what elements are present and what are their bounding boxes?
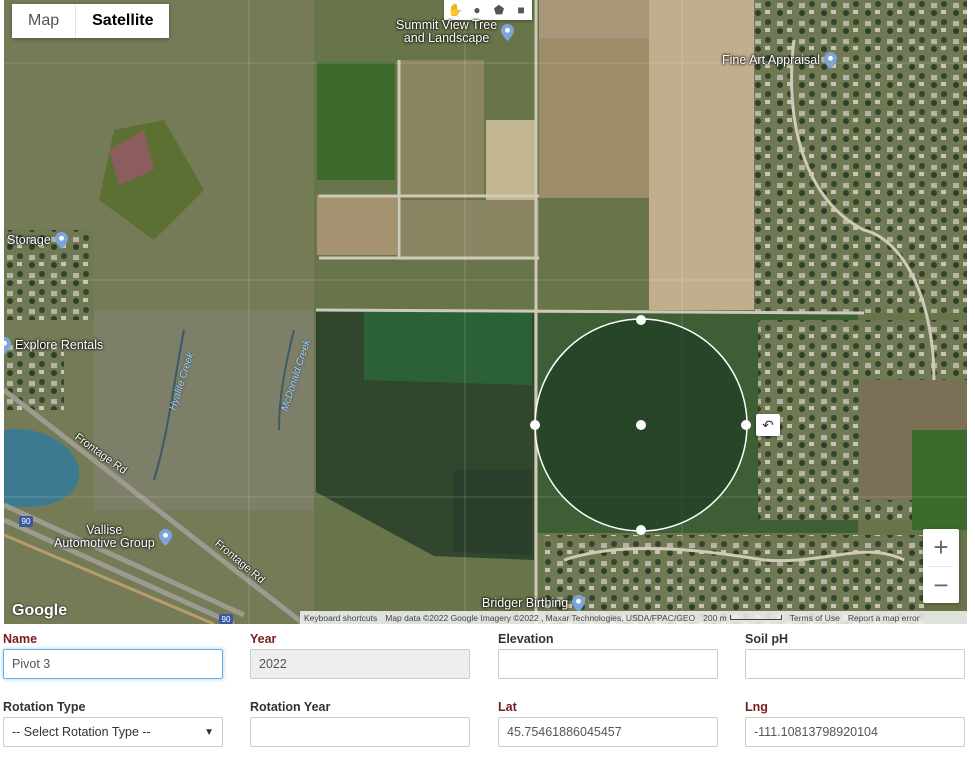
circle-tool-icon[interactable]: ● xyxy=(466,0,488,20)
name-label: Name xyxy=(3,632,38,646)
map-type-map-button[interactable]: Map xyxy=(12,4,76,38)
map-pin-icon xyxy=(158,528,172,546)
lat-input[interactable] xyxy=(498,717,718,747)
undo-icon[interactable]: ↶ xyxy=(756,414,780,436)
pivot-form: Name Year Elevation Soil pH Rotation Typ… xyxy=(0,624,975,773)
map-data-text: Map data ©2022 Google Imagery ©2022 , Ma… xyxy=(385,612,696,623)
lng-field-group: Lng xyxy=(745,700,965,747)
polygon-tool-icon[interactable]: ⬟ xyxy=(488,0,510,20)
elevation-field-group: Elevation xyxy=(498,632,718,679)
year-input xyxy=(250,649,470,679)
map-pin-icon xyxy=(4,337,11,354)
lat-field-group: Lat xyxy=(498,700,718,747)
map-attribution: Keyboard shortcuts Map data ©2022 Google… xyxy=(300,611,967,624)
map-type-satellite-button[interactable]: Satellite xyxy=(76,4,170,38)
name-field-group: Name xyxy=(3,632,223,679)
zoom-in-button[interactable]: + xyxy=(923,529,959,566)
year-label: Year xyxy=(250,632,277,646)
rotation-type-label: Rotation Type xyxy=(3,700,86,714)
map-pin-icon xyxy=(501,23,515,41)
elevation-input[interactable] xyxy=(498,649,718,679)
map-pin-icon xyxy=(572,595,586,612)
scale-bar[interactable]: 200 m xyxy=(703,613,782,623)
rotation-year-label: Rotation Year xyxy=(250,700,331,714)
rotation-year-input[interactable] xyxy=(250,717,470,747)
caret-down-icon: ▼ xyxy=(204,726,214,738)
map-pin-icon xyxy=(823,52,837,69)
place-summit-view[interactable]: Summit View Tree and Landscape xyxy=(396,19,515,45)
lng-input[interactable] xyxy=(745,717,965,747)
terms-link[interactable]: Terms of Use xyxy=(790,613,840,623)
svg-text:90: 90 xyxy=(222,615,231,624)
zoom-out-button[interactable]: − xyxy=(923,567,959,604)
rotation-year-field-group: Rotation Year xyxy=(250,700,470,747)
place-storage[interactable]: Storage xyxy=(7,232,68,249)
lat-label: Lat xyxy=(498,700,517,714)
map-pin-icon xyxy=(54,232,68,249)
lng-label: Lng xyxy=(745,700,768,714)
place-explore-rentals[interactable]: Explore Rentals xyxy=(4,337,103,354)
place-bridger-birthing[interactable]: Bridger Birthing xyxy=(482,595,586,612)
place-fine-art-appraisal[interactable]: Fine Art Appraisal xyxy=(722,52,837,69)
google-logo: Google xyxy=(12,602,68,619)
map-type-control: Map Satellite xyxy=(12,4,170,38)
rotation-type-field-group: Rotation Type -- Select Rotation Type --… xyxy=(3,700,223,747)
svg-text:90: 90 xyxy=(22,517,31,526)
rectangle-tool-icon[interactable]: ■ xyxy=(510,0,532,20)
soil-ph-field-group: Soil pH xyxy=(745,632,965,679)
elevation-label: Elevation xyxy=(498,632,554,646)
satellite-map[interactable]: 90 90 Map Satellite ✋ ● ⬟ ■ Summit View … xyxy=(4,0,967,624)
report-error-link[interactable]: Report a map error xyxy=(848,613,920,623)
soil-ph-label: Soil pH xyxy=(745,632,789,646)
name-input[interactable] xyxy=(3,649,223,679)
place-vallise-automotive[interactable]: Vallise Automotive Group xyxy=(54,524,172,550)
rotation-type-select[interactable]: -- Select Rotation Type -- ▼ xyxy=(3,717,223,747)
hand-icon[interactable]: ✋ xyxy=(444,0,466,20)
soil-ph-input[interactable] xyxy=(745,649,965,679)
year-field-group: Year xyxy=(250,632,470,679)
keyboard-shortcuts-link[interactable]: Keyboard shortcuts xyxy=(304,613,377,623)
zoom-control: + − xyxy=(923,529,959,603)
drawing-toolbar: ✋ ● ⬟ ■ xyxy=(444,0,532,20)
